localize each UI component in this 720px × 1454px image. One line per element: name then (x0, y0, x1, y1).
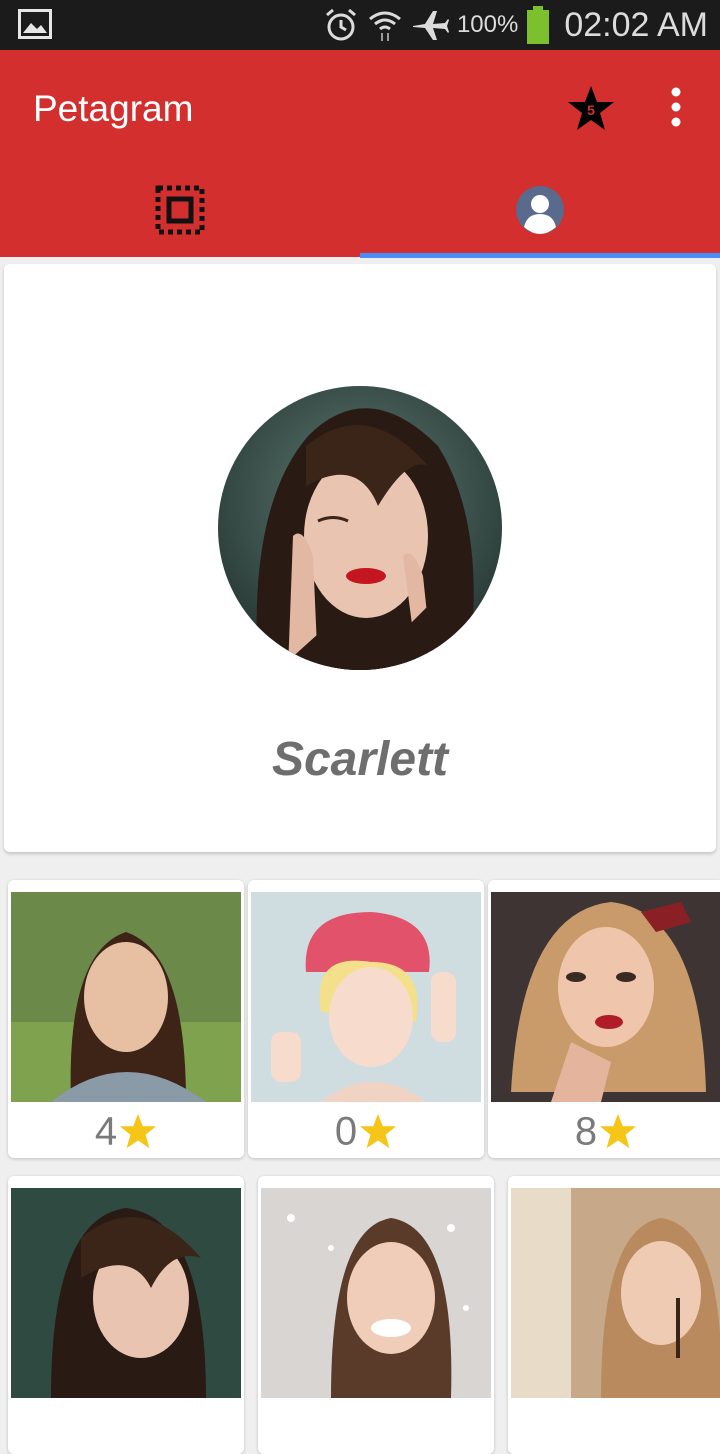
airplane-icon (412, 11, 449, 40)
profile-card: Scarlett (4, 264, 716, 852)
profile-photo[interactable] (218, 386, 502, 670)
profile-name: Scarlett (271, 733, 449, 786)
tab-feed[interactable] (0, 165, 360, 257)
photo-thumbnail (11, 1188, 241, 1398)
likes-count: 8 (574, 1109, 598, 1154)
photo-card[interactable] (258, 1176, 494, 1454)
feed-grid-icon (155, 185, 205, 235)
star-icon: 5 (568, 86, 614, 130)
photo-thumbnail (251, 892, 481, 1102)
more-vert-icon (671, 87, 681, 127)
photo-thumbnail (261, 1188, 491, 1398)
star-icon (120, 1114, 157, 1149)
battery-percent: 100% (456, 11, 519, 38)
photo-card[interactable] (8, 1176, 244, 1454)
likes-counter: 0 (248, 1106, 484, 1154)
photo-card[interactable] (508, 1176, 720, 1454)
photo-card[interactable]: 8 (488, 880, 720, 1158)
status-bar: 100% 02:02 AM (0, 0, 720, 50)
photo-card[interactable]: 0 (248, 880, 484, 1158)
alarm-icon (325, 8, 356, 41)
photo-card[interactable]: 4 (8, 880, 244, 1158)
star-icon (360, 1114, 397, 1149)
photo-thumbnail (511, 1188, 720, 1398)
likes-count: 4 (94, 1109, 118, 1154)
overflow-menu-button[interactable] (662, 84, 690, 130)
wifi-icon (369, 11, 401, 41)
favorites-count: 5 (587, 102, 595, 118)
gallery-icon (18, 9, 52, 39)
app-title: Petagram (33, 88, 194, 129)
star-icon (600, 1114, 637, 1149)
clock: 02:02 AM (564, 5, 708, 44)
battery-icon (527, 6, 550, 44)
tab-profile[interactable] (360, 165, 720, 257)
likes-count: 0 (334, 1109, 358, 1154)
profile-person-icon (516, 186, 564, 234)
likes-counter: 4 (8, 1106, 244, 1154)
likes-counter: 8 (488, 1106, 720, 1154)
favorites-button[interactable]: 5 (566, 84, 616, 134)
app-bar: Petagram 5 (0, 50, 720, 258)
photo-thumbnail (11, 892, 241, 1102)
selected-tab-indicator (360, 253, 720, 258)
photo-thumbnail (491, 892, 720, 1102)
